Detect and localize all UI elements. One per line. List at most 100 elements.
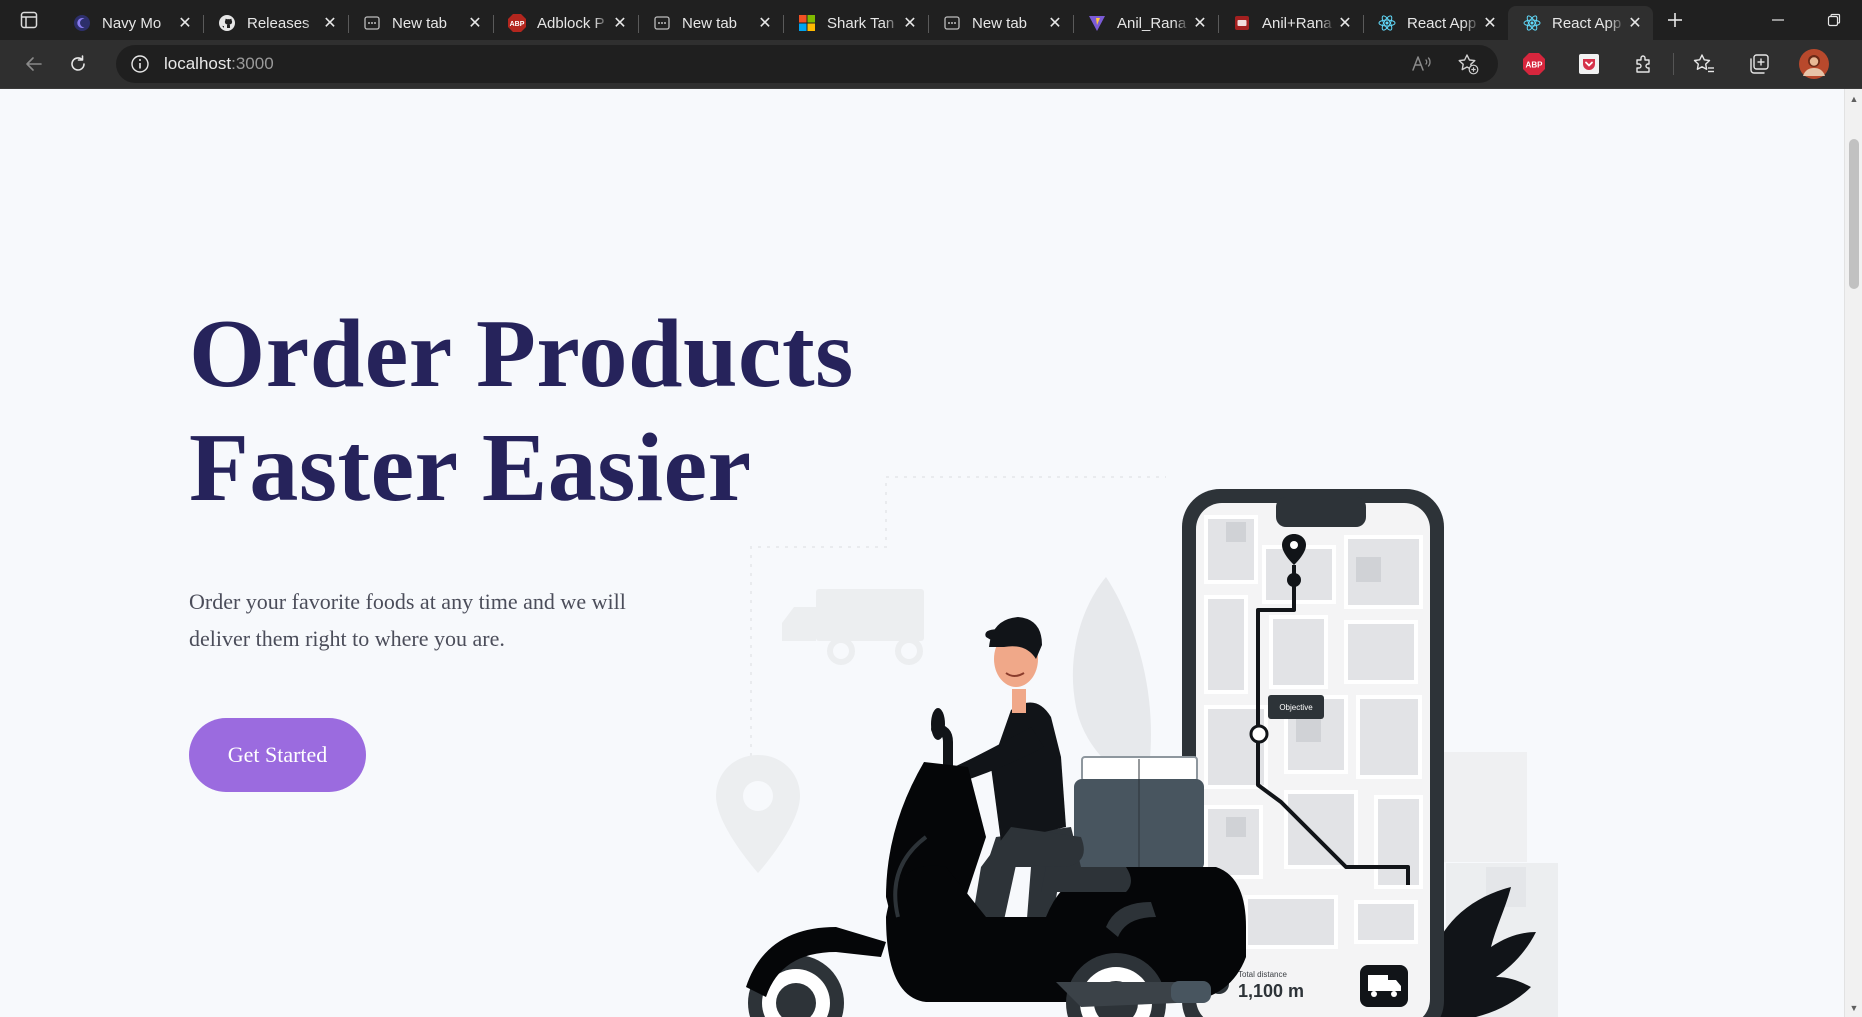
scroll-down-arrow-icon[interactable]: ▼ xyxy=(1845,1000,1862,1016)
tab-title: Anil_Rana xyxy=(1117,14,1187,32)
new-tab-page-icon xyxy=(362,13,382,33)
tab[interactable]: Releases ✕ xyxy=(203,6,348,40)
abp-label: ABP xyxy=(1525,61,1543,70)
info-icon[interactable] xyxy=(128,52,152,76)
pocket-extension-button[interactable] xyxy=(1561,44,1616,84)
tab[interactable]: Anil+Rana ✕ xyxy=(1218,6,1363,40)
collections-button[interactable] xyxy=(1731,44,1786,84)
abp-icon: ABP xyxy=(507,13,527,33)
tab[interactable]: React App ✕ xyxy=(1363,6,1508,40)
tab-title: Releases xyxy=(247,14,310,32)
collections-icon xyxy=(1749,54,1769,74)
react-icon xyxy=(1522,13,1542,33)
github-icon xyxy=(217,13,237,33)
browser-toolbar: localhost:3000 ABP xyxy=(0,40,1862,88)
read-aloud-icon xyxy=(1412,56,1431,71)
favorites-button[interactable] xyxy=(1676,44,1731,84)
add-favorite-button[interactable] xyxy=(1450,48,1486,80)
close-icon[interactable]: ✕ xyxy=(1625,13,1645,33)
minimize-icon xyxy=(1772,19,1784,21)
vertical-scrollbar[interactable]: ▲ ▼ xyxy=(1844,89,1862,1017)
faint-leaf-icon xyxy=(1072,577,1151,787)
tab-title: React App xyxy=(1407,14,1477,32)
navy-moon-icon xyxy=(72,13,92,33)
window-controls xyxy=(1750,0,1862,40)
abp-icon: ABP xyxy=(1522,53,1545,75)
close-icon[interactable]: ✕ xyxy=(610,13,630,33)
tab[interactable]: ABP Adblock P ✕ xyxy=(493,6,638,40)
close-icon[interactable]: ✕ xyxy=(755,13,775,33)
scrollbar-thumb[interactable] xyxy=(1849,139,1859,289)
distance-value: 1,100 m xyxy=(1238,981,1304,1001)
plus-icon xyxy=(1668,13,1682,27)
react-icon xyxy=(1377,13,1397,33)
pocket-icon xyxy=(1578,54,1599,74)
page-viewport: Order Products Faster Easier Order your … xyxy=(0,88,1862,1017)
tab[interactable]: New tab ✕ xyxy=(928,6,1073,40)
arrow-left-icon xyxy=(26,57,42,71)
new-tab-button[interactable] xyxy=(1653,0,1697,40)
avatar xyxy=(1798,49,1829,79)
minimize-button[interactable] xyxy=(1750,0,1806,40)
adblock-extension-button[interactable]: ABP xyxy=(1506,44,1561,84)
get-started-button[interactable]: Get Started xyxy=(189,718,366,792)
extensions-area: ABP xyxy=(1506,44,1841,84)
tab-title: New tab xyxy=(392,14,448,32)
delivery-illustration: Objective Total distance 1,100 m xyxy=(716,476,1558,1017)
tab[interactable]: New tab ✕ xyxy=(638,6,783,40)
tab-actions-button[interactable] xyxy=(0,0,58,40)
url-text[interactable]: localhost:3000 xyxy=(164,54,274,74)
pdf-icon xyxy=(1232,13,1252,33)
hero-subtitle: Order your favorite foods at any time an… xyxy=(189,589,626,651)
scroll-up-arrow-icon[interactable]: ▲ xyxy=(1845,91,1862,107)
tab[interactable]: New tab ✕ xyxy=(348,6,493,40)
restore-icon xyxy=(1827,13,1841,27)
toolbar-separator xyxy=(1673,53,1674,75)
tab-title: React App xyxy=(1552,14,1622,32)
puzzle-icon xyxy=(1635,55,1650,73)
star-add-icon xyxy=(1458,54,1479,75)
tab-title: Navy Mo xyxy=(102,14,162,32)
read-aloud-button[interactable] xyxy=(1404,48,1440,80)
back-button[interactable] xyxy=(12,44,56,84)
hero-title-line1: Order Products xyxy=(189,300,854,408)
faint-location-pin-icon xyxy=(716,755,800,873)
new-tab-page-icon xyxy=(942,13,962,33)
map-tag-label: Objective xyxy=(1279,703,1313,712)
tab-title: Adblock P xyxy=(537,14,605,32)
microsoft-icon xyxy=(797,13,817,33)
tab-title: Shark Tan xyxy=(827,14,895,32)
profile-button[interactable] xyxy=(1786,44,1841,84)
tab-title: New tab xyxy=(972,14,1028,32)
close-icon[interactable]: ✕ xyxy=(1335,13,1355,33)
delivery-box-icon xyxy=(1074,756,1204,871)
tab-actions-icon xyxy=(20,11,38,29)
close-icon[interactable]: ✕ xyxy=(465,13,485,33)
close-icon[interactable]: ✕ xyxy=(175,13,195,33)
faint-truck-icon xyxy=(782,589,924,665)
new-tab-page-icon xyxy=(652,13,672,33)
restore-button[interactable] xyxy=(1806,0,1862,40)
tab-strip: Navy Mo ✕ Releases ✕ New tab ✕ ABP Adblo… xyxy=(0,0,1862,40)
tab[interactable]: Navy Mo ✕ xyxy=(58,6,203,40)
refresh-button[interactable] xyxy=(56,44,100,84)
close-icon[interactable]: ✕ xyxy=(900,13,920,33)
close-icon[interactable]: ✕ xyxy=(1045,13,1065,33)
close-icon[interactable]: ✕ xyxy=(320,13,340,33)
tab[interactable]: Anil_Rana ✕ xyxy=(1073,6,1218,40)
tab-title: Anil+Rana xyxy=(1262,14,1332,32)
extensions-button[interactable] xyxy=(1616,44,1671,84)
svg-text:ABP: ABP xyxy=(510,21,525,28)
tab-list: Navy Mo ✕ Releases ✕ New tab ✕ ABP Adblo… xyxy=(58,0,1653,40)
close-icon[interactable]: ✕ xyxy=(1480,13,1500,33)
distance-label: Total distance xyxy=(1238,970,1287,979)
tab-title: New tab xyxy=(682,14,738,32)
tab[interactable]: Shark Tan ✕ xyxy=(783,6,928,40)
url-host: localhost xyxy=(164,54,232,73)
favorites-icon xyxy=(1693,54,1714,73)
url-port: :3000 xyxy=(231,54,274,73)
refresh-icon xyxy=(71,55,85,71)
address-bar[interactable]: localhost:3000 xyxy=(116,45,1498,83)
tab-active[interactable]: React App ✕ xyxy=(1508,6,1653,40)
close-icon[interactable]: ✕ xyxy=(1190,13,1210,33)
